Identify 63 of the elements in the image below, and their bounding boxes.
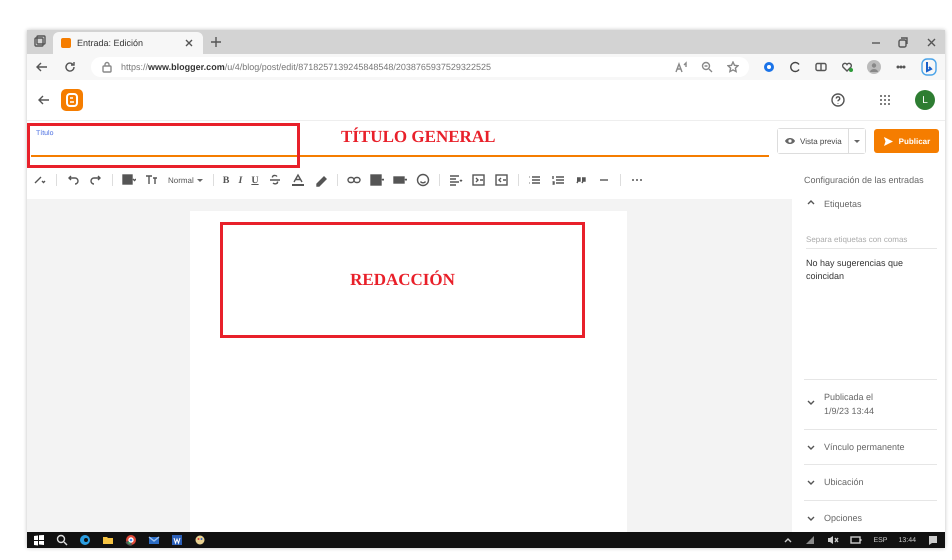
close-window-icon[interactable] xyxy=(925,36,937,48)
back-arrow-icon[interactable] xyxy=(37,93,51,107)
url-text: https://www.blogger.com/u/4/blog/post/edit/8718257139245848548/2038765937529322525 xyxy=(121,62,491,72)
annotation-text: REDACCIÓN xyxy=(350,270,455,290)
start-icon[interactable] xyxy=(33,534,45,546)
volume-icon[interactable] xyxy=(827,534,840,546)
browser-tab[interactable]: Entrada: Edición xyxy=(53,32,203,54)
strikethrough-icon[interactable] xyxy=(268,173,282,187)
format-button[interactable]: I xyxy=(238,174,242,186)
read-aloud-icon[interactable] xyxy=(675,61,687,73)
network-icon[interactable] xyxy=(804,534,816,546)
help-icon[interactable] xyxy=(831,93,845,107)
lock-icon xyxy=(101,61,113,73)
section-title[interactable]: Ubicación xyxy=(824,475,864,490)
annotation-text: TÍTULO GENERAL xyxy=(341,127,496,147)
format-button[interactable]: U xyxy=(251,174,259,186)
section-title[interactable]: Vínculo permanente xyxy=(824,440,905,454)
undo-icon[interactable] xyxy=(66,173,80,187)
browser-icon[interactable] xyxy=(79,534,91,546)
text-color-icon[interactable] xyxy=(290,173,305,187)
section-title[interactable]: Opciones xyxy=(824,510,862,525)
outdent-icon[interactable] xyxy=(494,173,509,187)
section-title[interactable]: Publicada el xyxy=(824,390,874,404)
paragraph-format-dropdown[interactable]: Normal xyxy=(168,176,204,184)
image-icon[interactable] xyxy=(370,173,384,187)
restore-icon[interactable] xyxy=(897,36,909,48)
suggestions-message: No hay sugerencias que coincidan xyxy=(806,257,904,283)
reload-icon[interactable] xyxy=(63,60,77,74)
tab-title: Entrada: Edición xyxy=(77,38,144,48)
zoom-icon[interactable] xyxy=(701,61,713,73)
section-title[interactable]: Etiquetas xyxy=(824,197,862,212)
text-size-icon[interactable] xyxy=(145,173,159,187)
sidebar-heading: Configuración de las entradas xyxy=(804,175,925,185)
split-screen-icon[interactable] xyxy=(815,61,827,73)
apps-grid-icon[interactable] xyxy=(879,94,891,106)
back-icon[interactable] xyxy=(35,60,49,74)
new-tab-icon[interactable] xyxy=(209,35,223,49)
folder-icon[interactable] xyxy=(102,534,114,546)
publish-date: 1/9/23 13:44 xyxy=(824,405,874,418)
address-bar[interactable]: https://www.blogger.com/u/4/blog/post/edit/8718257139245848548/2038765937529322525 xyxy=(91,57,749,77)
numbered-list-icon[interactable] xyxy=(550,173,565,187)
mail-icon[interactable] xyxy=(148,534,160,546)
send-icon xyxy=(882,136,894,146)
battery-icon[interactable] xyxy=(850,534,862,546)
notifications-icon[interactable] xyxy=(927,534,939,546)
extension-circle-icon[interactable] xyxy=(763,61,775,73)
tab-actions-icon[interactable] xyxy=(33,35,47,49)
document-page[interactable]: REDACCIÓN xyxy=(190,211,627,532)
favorite-star-icon[interactable] xyxy=(727,61,739,73)
close-icon[interactable] xyxy=(183,37,195,49)
indent-icon[interactable] xyxy=(472,173,486,187)
caret-icon xyxy=(852,137,861,145)
format-button[interactable]: B xyxy=(222,174,230,186)
redo-icon[interactable] xyxy=(89,173,103,187)
account-avatar[interactable]: L xyxy=(915,90,935,110)
profile-icon[interactable] xyxy=(867,60,881,74)
search-icon[interactable] xyxy=(56,534,68,546)
align-menu-icon[interactable] xyxy=(448,173,463,187)
eye-icon xyxy=(784,135,796,147)
extension-c-icon[interactable] xyxy=(789,61,801,73)
caret-icon xyxy=(196,176,204,184)
font-menu-icon[interactable] xyxy=(122,173,136,187)
emoji-icon[interactable] xyxy=(416,173,430,187)
